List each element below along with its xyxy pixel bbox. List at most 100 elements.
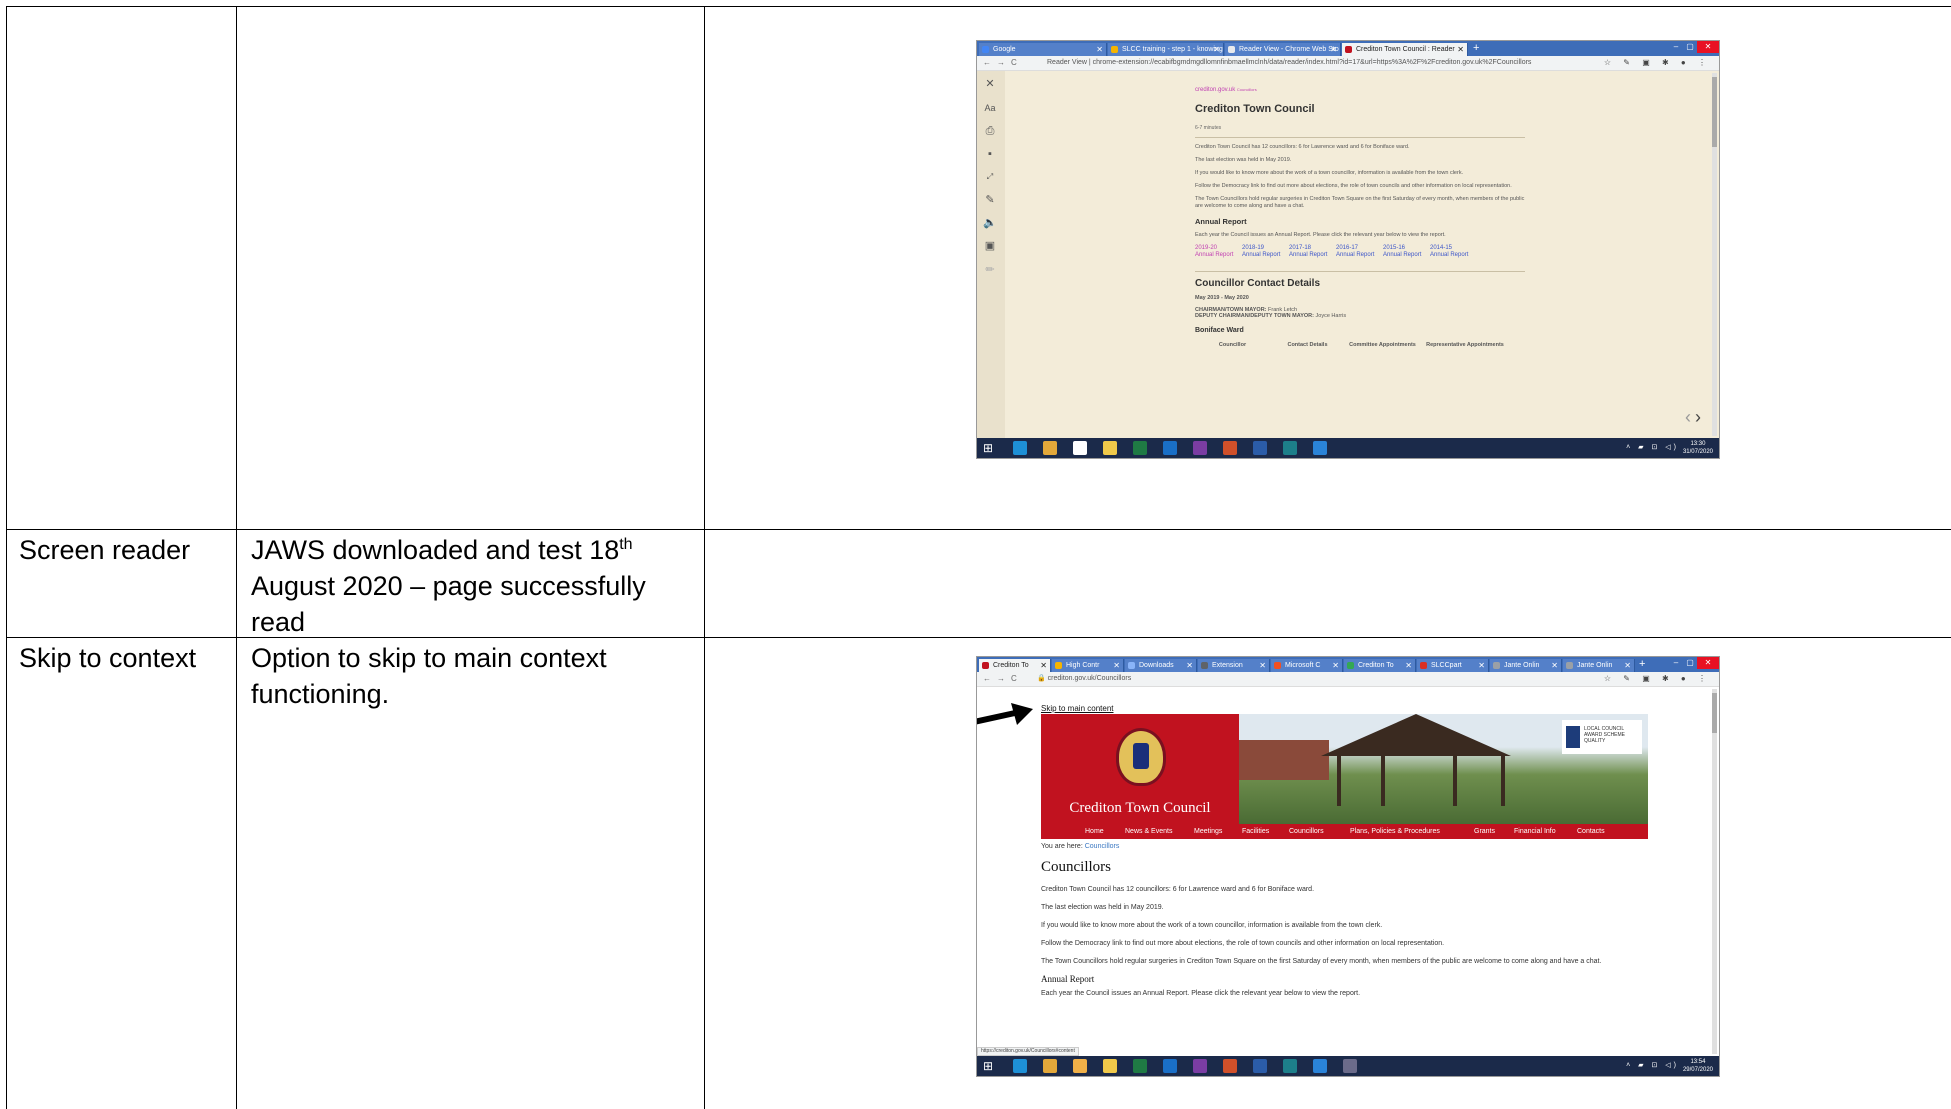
outlook-icon[interactable]: [1163, 1059, 1177, 1073]
nav-item-facilities[interactable]: Facilities: [1242, 824, 1269, 839]
chevron-left-icon[interactable]: ‹: [1685, 407, 1695, 427]
close-icon[interactable]: ✕: [1259, 659, 1266, 672]
nav-item-news[interactable]: News & Events: [1125, 824, 1172, 839]
browser-tab[interactable]: Reader View - Chrome Web Sto ✕: [1225, 43, 1341, 56]
maximize-icon[interactable]: ▢: [1683, 41, 1697, 53]
close-icon[interactable]: ✕: [1405, 659, 1412, 672]
scrollbar[interactable]: [1712, 689, 1717, 1054]
file-explorer-icon[interactable]: [1103, 441, 1117, 455]
url-field[interactable]: Reader View | chrome-extension://ecabifb…: [1047, 56, 1607, 70]
scrollbar-thumb[interactable]: [1712, 77, 1717, 147]
nav-buttons[interactable]: ←→C: [983, 56, 1023, 70]
chrome-icon[interactable]: [1043, 441, 1057, 455]
publisher-icon[interactable]: [1283, 441, 1297, 455]
report-link[interactable]: 2016-17 Annual Report: [1336, 245, 1383, 259]
close-icon[interactable]: ✕: [1330, 43, 1337, 56]
outlook-icon[interactable]: [1313, 441, 1327, 455]
file-explorer-icon[interactable]: [1103, 1059, 1117, 1073]
close-icon[interactable]: ✕: [1551, 659, 1558, 672]
breadcrumb-link[interactable]: Councillors: [1085, 843, 1120, 850]
minimize-icon[interactable]: –: [1669, 657, 1683, 669]
skip-to-main-content-link[interactable]: Skip to main content: [1041, 704, 1113, 713]
url-field[interactable]: 🔒 crediton.gov.uk/Councillors: [1037, 672, 1597, 686]
extension-icons[interactable]: ☆ ✎ ▣ ✱ ● ⋮: [1604, 672, 1711, 686]
close-icon[interactable]: ✕: [1213, 43, 1220, 56]
minimize-icon[interactable]: –: [1669, 41, 1683, 53]
word-icon[interactable]: [1253, 1059, 1267, 1073]
browser-tab-active[interactable]: Crediton To ✕: [979, 659, 1051, 672]
browser-tab[interactable]: Crediton To ✕: [1344, 659, 1416, 672]
app-icon[interactable]: [1343, 1059, 1357, 1073]
powerpoint-icon[interactable]: [1223, 441, 1237, 455]
windows-start-icon[interactable]: ⊞: [983, 441, 997, 455]
close-icon[interactable]: ✕: [1624, 659, 1631, 672]
close-window-icon[interactable]: ✕: [1697, 657, 1719, 669]
scrollbar-thumb[interactable]: [1712, 693, 1717, 733]
close-icon[interactable]: ✕: [983, 77, 997, 91]
image-icon[interactable]: ▣: [983, 239, 997, 253]
edge-icon[interactable]: [1013, 441, 1027, 455]
browser-tab[interactable]: SLCCpart ✕: [1417, 659, 1489, 672]
publisher-icon[interactable]: [1283, 1059, 1297, 1073]
extension-icons[interactable]: ☆ ✎ ▣ ✱ ● ⋮: [1604, 56, 1711, 70]
onenote-icon[interactable]: [1193, 441, 1207, 455]
report-link[interactable]: 2019-20 Annual Report: [1195, 245, 1242, 259]
browser-tab[interactable]: High Contr ✕: [1052, 659, 1124, 672]
close-icon[interactable]: ✕: [1478, 659, 1485, 672]
close-icon[interactable]: ✕: [1457, 43, 1464, 56]
browser-tab[interactable]: Downloads ✕: [1125, 659, 1197, 672]
onenote-icon[interactable]: [1193, 1059, 1207, 1073]
close-icon[interactable]: ✕: [1186, 659, 1193, 672]
nav-item-meetings[interactable]: Meetings: [1194, 824, 1222, 839]
powerpoint-icon[interactable]: [1223, 1059, 1237, 1073]
home-icon[interactable]: [1073, 1059, 1087, 1073]
close-window-icon[interactable]: ✕: [1697, 41, 1719, 53]
report-link[interactable]: 2017-18 Annual Report: [1289, 245, 1336, 259]
close-icon[interactable]: ✕: [1332, 659, 1339, 672]
outlook-icon[interactable]: [1313, 1059, 1327, 1073]
nav-item-home[interactable]: Home: [1085, 824, 1104, 839]
pencil-icon[interactable]: ✏: [983, 263, 997, 277]
maximize-icon[interactable]: ▢: [1683, 657, 1697, 669]
nav-item-councillors[interactable]: Councillors: [1289, 824, 1324, 839]
nav-item-financial-info[interactable]: Financial Info: [1514, 824, 1556, 839]
close-icon[interactable]: ✕: [1040, 659, 1047, 672]
new-tab-button[interactable]: +: [1639, 658, 1645, 670]
browser-tab[interactable]: Extension ✕: [1198, 659, 1270, 672]
browser-tab[interactable]: Jante Onlin ✕: [1490, 659, 1562, 672]
print-icon[interactable]: ⎙: [983, 124, 997, 138]
browser-tab[interactable]: Jante Onlin ✕: [1563, 659, 1635, 672]
excel-icon[interactable]: [1133, 441, 1147, 455]
system-tray[interactable]: ˄ ▰ ⊡ ◁): [1626, 1061, 1679, 1069]
nav-buttons[interactable]: ←→C: [983, 672, 1023, 686]
new-tab-button[interactable]: +: [1473, 42, 1479, 54]
nav-item-grants[interactable]: Grants: [1474, 824, 1495, 839]
edit-icon[interactable]: ✎: [983, 193, 997, 207]
system-tray[interactable]: ˄ ▰ ⊡ ◁): [1626, 443, 1679, 451]
edge-icon[interactable]: [1013, 1059, 1027, 1073]
windows-start-icon[interactable]: ⊞: [983, 1059, 997, 1073]
chevron-right-icon[interactable]: ›: [1695, 407, 1705, 427]
browser-tab[interactable]: Google ✕: [979, 43, 1107, 56]
excel-icon[interactable]: [1133, 1059, 1147, 1073]
report-link[interactable]: 2015-16 Annual Report: [1383, 245, 1430, 259]
page-arrows[interactable]: ‹›: [1685, 407, 1705, 428]
browser-tab[interactable]: Microsoft C ✕: [1271, 659, 1343, 672]
report-link[interactable]: 2018-19 Annual Report: [1242, 245, 1289, 259]
outlook-icon[interactable]: [1163, 441, 1177, 455]
nav-item-policies[interactable]: Plans, Policies & Procedures: [1350, 824, 1440, 839]
speaker-icon[interactable]: 🔈: [983, 216, 997, 230]
browser-tab[interactable]: SLCC training - step 1 - knowing ✕: [1108, 43, 1224, 56]
browser-tab-active[interactable]: Crediton Town Council : Reader ✕: [1342, 43, 1468, 56]
scrollbar[interactable]: [1712, 73, 1717, 436]
save-icon[interactable]: ▪: [983, 147, 997, 161]
nav-item-contacts[interactable]: Contacts: [1577, 824, 1605, 839]
word-icon[interactable]: [1253, 441, 1267, 455]
logo-panel[interactable]: Crediton Town Council: [1041, 714, 1239, 824]
close-icon[interactable]: ✕: [1096, 43, 1103, 56]
font-size-icon[interactable]: Aa: [983, 101, 997, 115]
report-link[interactable]: 2014-15 Annual Report: [1430, 245, 1477, 259]
chrome-icon[interactable]: [1043, 1059, 1057, 1073]
home-icon[interactable]: [1073, 441, 1087, 455]
close-icon[interactable]: ✕: [1113, 659, 1120, 672]
